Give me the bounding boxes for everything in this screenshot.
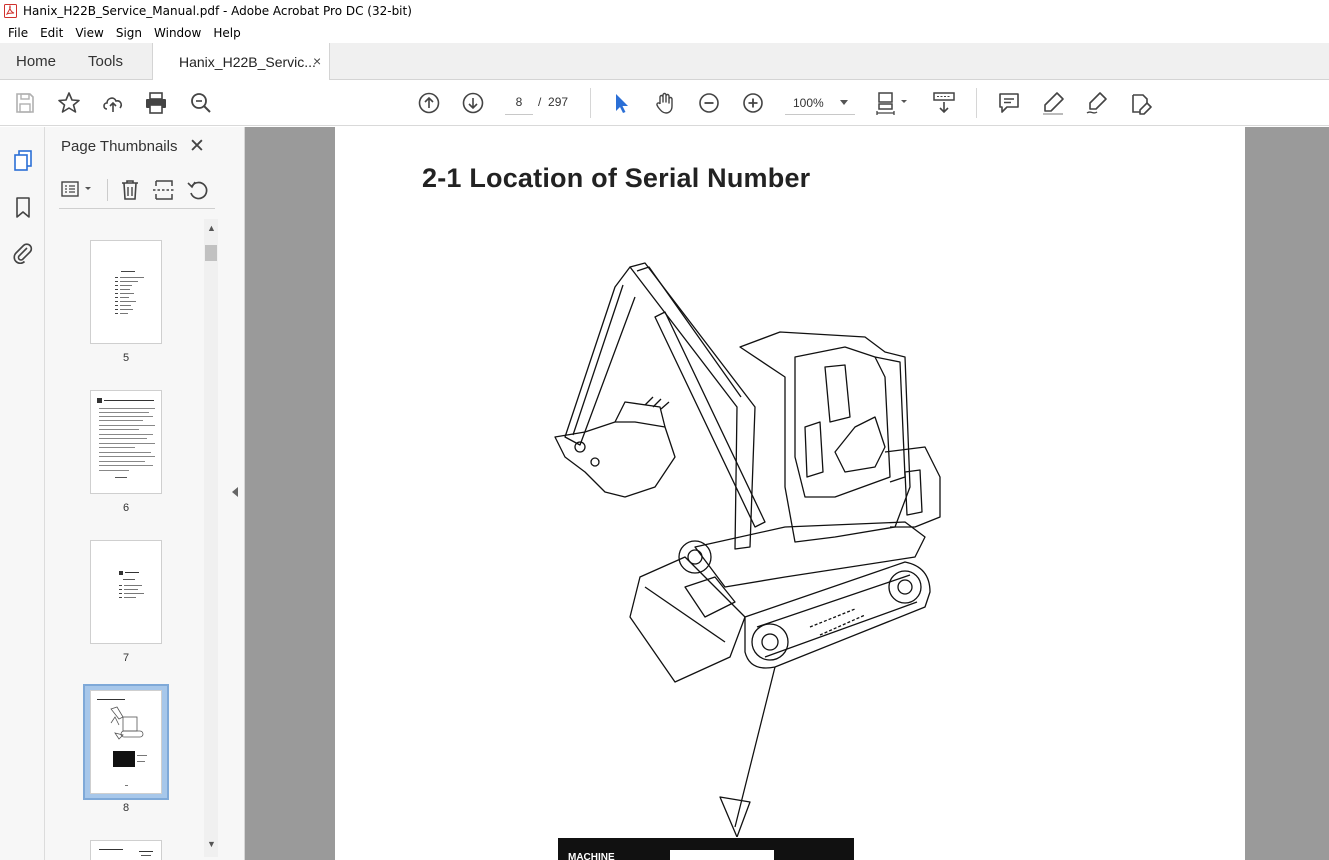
rotate-icon[interactable] [185, 177, 211, 203]
redact-edit-icon[interactable] [1128, 90, 1154, 116]
page-count: / 297 [538, 95, 568, 109]
menu-file[interactable]: File [2, 26, 34, 40]
close-tab-icon[interactable]: × [313, 53, 321, 69]
navigation-rail [0, 127, 45, 860]
tab-bar: Home Tools Hanix_H22B_Servic... × [0, 43, 1329, 81]
print-icon[interactable] [143, 90, 169, 116]
previous-page-icon[interactable] [416, 90, 442, 116]
highlight-pen-icon[interactable] [1040, 90, 1066, 116]
zoom-level-value: 100% [793, 96, 824, 110]
menu-sign[interactable]: Sign [110, 26, 148, 40]
toolbar: / 297 100% [0, 80, 1329, 126]
toolbar-divider [590, 88, 591, 118]
thumbnail-page-number: 8 [122, 802, 130, 814]
panel-title: Page Thumbnails [61, 138, 178, 155]
toolbar-divider [976, 88, 977, 118]
thumbnail-page-number: 5 [122, 352, 130, 364]
thumbnail-page-number: 6 [122, 502, 130, 514]
tab-document-label: Hanix_H22B_Servic... [179, 54, 316, 70]
panel-collapse-strip[interactable] [226, 127, 245, 860]
cloud-upload-icon[interactable] [100, 90, 126, 116]
tab-home[interactable]: Home [16, 43, 56, 80]
document-view[interactable]: 2-1 Location of Serial Number MACHINE [245, 127, 1329, 860]
serial-number-plate: MACHINE [558, 838, 854, 860]
tools-divider [107, 179, 108, 201]
title-bar: Hanix_H22B_Service_Manual.pdf - Adobe Ac… [0, 0, 1329, 22]
plate-field [670, 850, 774, 860]
next-page-icon[interactable] [460, 90, 486, 116]
zoom-in-icon[interactable] [740, 90, 766, 116]
tab-document[interactable]: Hanix_H22B_Servic... × [152, 43, 330, 81]
bookmark-star-icon[interactable] [56, 90, 82, 116]
attachments-paperclip-icon[interactable] [10, 239, 36, 265]
excavator-illustration [554, 262, 941, 837]
thumbnail-page-7[interactable] [90, 540, 162, 644]
extract-pages-icon[interactable] [151, 177, 177, 203]
menu-help[interactable]: Help [207, 26, 246, 40]
pdf-page: 2-1 Location of Serial Number MACHINE [335, 127, 1245, 860]
zoom-out-icon[interactable] [696, 90, 722, 116]
page-thumbnails-icon[interactable] [10, 147, 36, 173]
scroll-up-icon[interactable]: ▲ [207, 223, 216, 233]
select-cursor-icon[interactable] [608, 90, 634, 116]
chevron-down-icon [840, 100, 848, 105]
page-thumbnails-panel: Page Thumbnails ✕ 5 6 7 8 ▲ ▼ [45, 127, 226, 860]
collapse-left-icon[interactable] [232, 487, 238, 497]
thumbnail-excavator-sketch [110, 706, 144, 740]
thumbnails-scrollbar[interactable]: ▲ ▼ [204, 219, 218, 857]
scroll-down-icon[interactable]: ▼ [207, 839, 216, 849]
menu-edit[interactable]: Edit [34, 26, 69, 40]
total-pages: 297 [548, 95, 569, 109]
menu-window[interactable]: Window [148, 26, 207, 40]
thumbnail-options-icon[interactable] [59, 177, 97, 203]
window-title: Hanix_H22B_Service_Manual.pdf - Adobe Ac… [23, 4, 412, 18]
menu-bar: File Edit View Sign Window Help [0, 22, 1329, 43]
close-panel-icon[interactable]: ✕ [189, 135, 205, 158]
scrollbar-thumb[interactable] [205, 245, 217, 261]
page-fit-icon[interactable] [874, 90, 914, 116]
zoom-level-select[interactable]: 100% [785, 90, 855, 115]
comment-icon[interactable] [996, 90, 1022, 116]
thumbnail-page-6[interactable] [90, 390, 162, 494]
thumbnail-tools [59, 177, 215, 209]
scroll-mode-icon[interactable] [931, 90, 957, 116]
plate-label: MACHINE [568, 852, 615, 860]
thumbnail-page-5[interactable] [90, 240, 162, 344]
page-heading: 2-1 Location of Serial Number [422, 163, 811, 193]
thumbnail-page-number: 7 [122, 652, 130, 664]
hand-tool-icon[interactable] [652, 90, 678, 116]
page-number-input[interactable] [505, 90, 533, 115]
bookmarks-icon[interactable] [10, 194, 36, 220]
acrobat-pdf-icon [4, 4, 17, 18]
thumbnail-page-9[interactable] [90, 840, 162, 860]
tab-tools[interactable]: Tools [88, 43, 123, 80]
zoom-search-icon[interactable] [188, 90, 214, 116]
thumbnail-page-8[interactable] [90, 690, 162, 794]
page-separator: / [538, 95, 542, 109]
menu-view[interactable]: View [69, 26, 109, 40]
delete-trash-icon[interactable] [117, 177, 143, 203]
sign-pen-icon[interactable] [1084, 90, 1110, 116]
save-icon[interactable] [12, 90, 38, 116]
